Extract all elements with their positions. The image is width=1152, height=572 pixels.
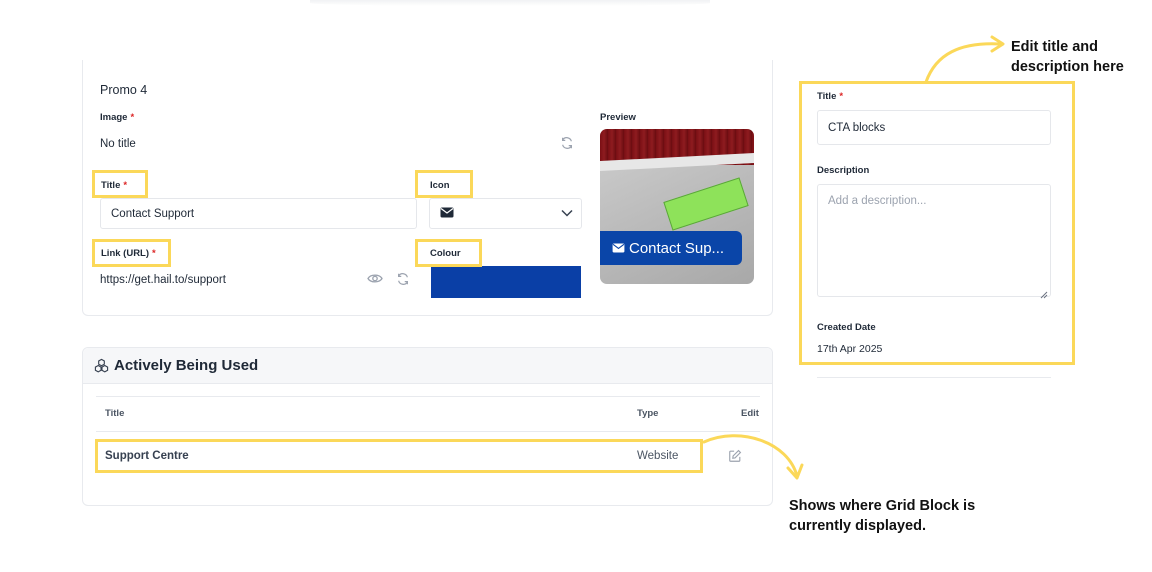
link-value[interactable]: https://get.hail.to/support — [100, 274, 226, 286]
colour-label: Colour — [430, 248, 461, 259]
arrow-edit-icon — [924, 35, 1005, 84]
eye-icon[interactable] — [367, 272, 383, 290]
envelope-icon — [612, 243, 625, 253]
column-title: Title — [105, 408, 125, 419]
icon-label: Icon — [430, 180, 450, 191]
description-label: Description — [817, 165, 870, 176]
image-value: No title — [100, 138, 136, 150]
preview-cta-text: Contact Sup... — [629, 239, 725, 257]
created-date-value: 17th Apr 2025 — [817, 343, 883, 355]
column-edit: Edit — [741, 408, 759, 419]
table-row-type: Website — [637, 450, 679, 462]
preview-label: Preview — [600, 112, 636, 123]
panel-divider — [817, 377, 1051, 378]
table-top-rule — [96, 396, 760, 397]
colour-swatch[interactable] — [431, 266, 581, 298]
created-date-label: Created Date — [817, 322, 876, 333]
panel-title-input[interactable]: CTA blocks — [817, 110, 1051, 145]
description-textarea[interactable]: Add a description... — [817, 184, 1051, 297]
promo-title-input[interactable]: Contact Support — [100, 198, 417, 229]
link-label: Link (URL) * — [101, 248, 156, 259]
table-row-title[interactable]: Support Centre — [105, 450, 189, 462]
preview-sticky-note — [663, 177, 749, 231]
top-shadow — [310, 0, 710, 6]
usage-heading: Actively Being Used — [114, 357, 259, 374]
table-header-rule — [96, 431, 760, 432]
arrow-shows-icon — [702, 434, 804, 480]
promo-title-label: Title * — [101, 180, 128, 191]
cubes-icon — [94, 358, 109, 378]
preview-image: Contact Sup... — [600, 129, 754, 284]
annotation-edit: Edit title and description here — [1011, 39, 1124, 75]
promo-heading: Promo 4 — [100, 83, 148, 97]
image-label: Image * — [100, 112, 135, 123]
refresh-link-icon[interactable] — [396, 272, 410, 291]
preview-cta-button: Contact Sup... — [600, 231, 742, 265]
resize-handle-icon[interactable] — [1040, 286, 1048, 304]
column-type: Type — [637, 408, 659, 419]
panel-title-label: Title * — [817, 91, 844, 102]
envelope-icon — [440, 207, 454, 221]
icon-select[interactable] — [429, 198, 582, 229]
annotation-shows: Shows where Grid Block is currently disp… — [789, 498, 976, 534]
chevron-down-icon — [561, 208, 573, 220]
refresh-icon[interactable] — [560, 136, 574, 155]
